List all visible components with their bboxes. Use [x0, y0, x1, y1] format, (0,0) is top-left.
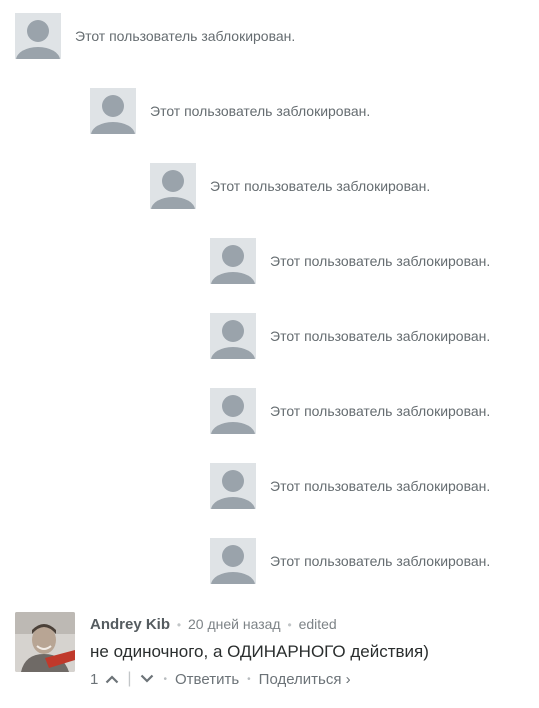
default-avatar-icon: [210, 463, 256, 509]
chevron-up-icon: [106, 675, 119, 684]
blocked-message: Этот пользователь заблокирован.: [75, 28, 296, 44]
default-avatar-icon: [90, 88, 136, 134]
user-avatar[interactable]: [15, 612, 75, 672]
default-avatar-icon: [15, 13, 61, 59]
vote-count: 1: [90, 670, 99, 688]
blocked-comment: Этот пользователь заблокирован.: [15, 13, 295, 59]
blocked-message: Этот пользователь заблокирован.: [270, 553, 491, 569]
bullet-separator: •: [176, 618, 182, 632]
share-button[interactable]: Поделиться ›: [259, 671, 351, 688]
comment-header: Andrey Kib • 20 дней назад • edited: [90, 612, 530, 637]
blocked-comment: Этот пользователь заблокирован.: [90, 88, 370, 134]
comment-body: Andrey Kib • 20 дней назад • edited не о…: [90, 612, 530, 688]
blocked-message: Этот пользователь заблокирован.: [270, 253, 491, 269]
bullet-separator: •: [163, 673, 168, 685]
chevron-down-icon: [140, 674, 153, 683]
blocked-message: Этот пользователь заблокирован.: [210, 178, 431, 194]
blocked-comment: Этот пользователь заблокирован.: [210, 238, 490, 284]
user-photo-icon: [15, 612, 75, 672]
default-avatar-icon: [210, 388, 256, 434]
comment-time[interactable]: 20 дней назад: [188, 616, 281, 632]
blocked-comment: Этот пользователь заблокирован.: [210, 463, 490, 509]
default-avatar-icon: [210, 313, 256, 359]
comment-message: не одиночного, а ОДИНАРНОГО действия): [90, 642, 429, 661]
reply-button[interactable]: Ответить: [175, 671, 239, 688]
blocked-comment: Этот пользователь заблокирован.: [210, 388, 490, 434]
bullet-separator: •: [247, 673, 251, 685]
default-avatar-icon: [210, 238, 256, 284]
default-avatar-icon: [210, 538, 256, 584]
blocked-message: Этот пользователь заблокирован.: [270, 328, 491, 344]
blocked-comment: Этот пользователь заблокирован.: [150, 163, 430, 209]
author-name[interactable]: Andrey Kib: [90, 616, 170, 633]
blocked-message: Этот пользователь заблокирован.: [270, 403, 491, 419]
blocked-message: Этот пользователь заблокирован.: [150, 103, 371, 119]
blocked-message: Этот пользователь заблокирован.: [270, 478, 491, 494]
edited-label: edited: [298, 616, 337, 632]
blocked-comment: Этот пользователь заблокирован.: [210, 538, 490, 584]
default-avatar-icon: [150, 163, 196, 209]
vote-divider: |: [127, 670, 132, 687]
downvote-button[interactable]: [138, 670, 156, 688]
comment-footer: 1 | • Ответить • Поделиться ›: [90, 670, 530, 688]
blocked-comment: Этот пользователь заблокирован.: [210, 313, 490, 359]
bullet-separator: •: [287, 618, 292, 632]
upvote-button[interactable]: [103, 670, 121, 688]
